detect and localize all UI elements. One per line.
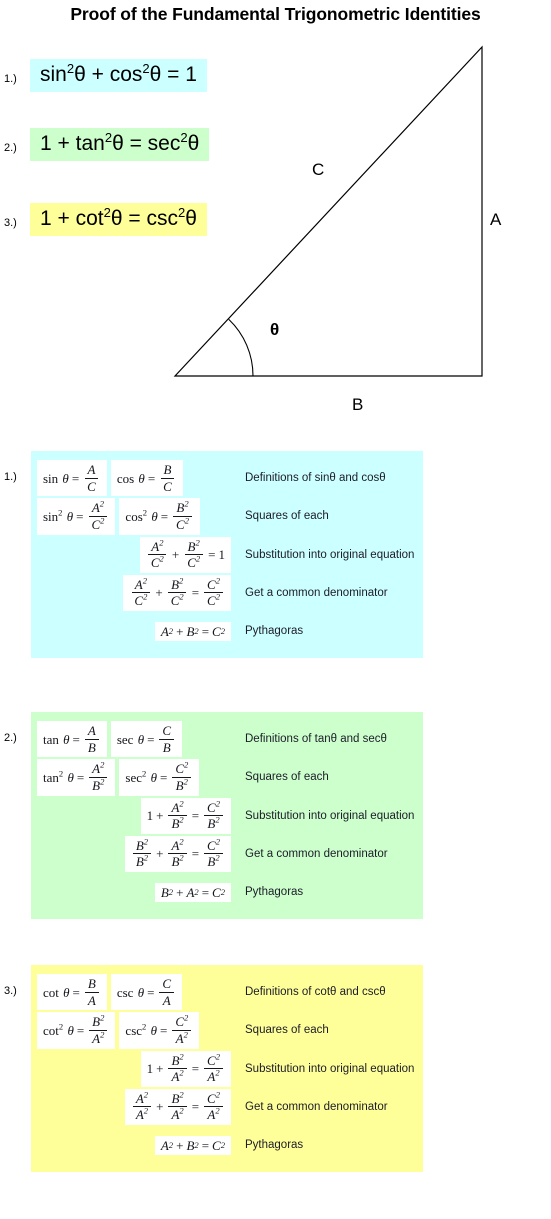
equation: csc θ = C A bbox=[110, 974, 183, 1011]
triangle-label-angle: θ bbox=[270, 320, 280, 339]
proof-row: cot2 θ = B2 A2 csc2 θ = C2 A2 Squares of each bbox=[31, 1011, 423, 1049]
triangle-svg bbox=[173, 45, 483, 377]
angle-arc bbox=[228, 319, 254, 377]
triangle-label-hypotenuse: C bbox=[312, 160, 325, 179]
equation: B 2 + A 2 = C 2 bbox=[154, 882, 231, 902]
equation-zone: B2 B2 + A2 B2 = C2 B2 bbox=[31, 835, 237, 873]
equation: A2 A2 + B2 A2 = C2 A2 bbox=[124, 1088, 231, 1126]
proof-row: B 2 + A 2 = C 2 Pythagoras bbox=[31, 873, 423, 911]
triangle-label-horizontal: B bbox=[352, 395, 364, 414]
equation-zone: sin2 θ = A2 C2 cos2 θ = B2 C2 bbox=[31, 498, 237, 535]
page-title: Proof of the Fundamental Trigonometric I… bbox=[70, 4, 481, 24]
equation: tan2 θ = A2 B2 bbox=[37, 759, 116, 796]
proof-row: A2 C2 + B2 C2 = C2 C2 Get a common denominator bbox=[31, 574, 423, 612]
equation: sin θ = A C bbox=[37, 460, 107, 497]
equation: A 2 + B 2 = C 2 bbox=[154, 1135, 231, 1155]
equation: cos θ = B C bbox=[110, 460, 183, 497]
identity-number-1: 1.) bbox=[4, 73, 17, 85]
proof-step-description: Definitions of sinθ and cosθ bbox=[245, 472, 386, 485]
proof-row: sin2 θ = A2 C2 cos2 θ = B2 C2 Squares of each bbox=[31, 497, 423, 535]
equation: A2 C2 + B2 C2 = 1 bbox=[139, 536, 231, 573]
proof-step-description: Squares of each bbox=[245, 1024, 329, 1037]
equation: cos2 θ = B2 C2 bbox=[119, 498, 201, 535]
proof-step-description: Get a common denominator bbox=[245, 1100, 388, 1113]
proof-step-description: Pythagoras bbox=[245, 1139, 304, 1152]
proof-step-description: Substitution into original equation bbox=[245, 548, 415, 561]
equation-zone: B 2 + A 2 = C 2 bbox=[31, 882, 237, 902]
proof-row: tan2 θ = A2 B2 sec2 θ = C2 B2 Squares of each bbox=[31, 758, 423, 796]
equation-zone: sin θ = A Ccos θ = B C bbox=[31, 460, 237, 497]
proof-row: 1 + B2 A2 = C2 A2 Substitution into original eq… bbox=[31, 1050, 423, 1088]
proof-step-description: Substitution into original equation bbox=[245, 809, 415, 822]
proof-row: A 2 + B 2 = C 2 Pythagoras bbox=[31, 612, 423, 650]
identity-number-2: 2.) bbox=[4, 142, 17, 154]
equation-zone: A2 A2 + B2 A2 = C2 A2 bbox=[31, 1088, 237, 1126]
proof-row: B2 B2 + A2 B2 = C2 B2 Get a common denominator bbox=[31, 835, 423, 873]
proof-number-3: 3.) bbox=[4, 985, 17, 997]
equation-zone: tan2 θ = A2 B2 sec2 θ = C2 B2 bbox=[31, 759, 237, 796]
equation-zone: A2 C2 + B2 C2 = 1 bbox=[31, 536, 237, 573]
equation-zone: cot θ = B Acsc θ = C A bbox=[31, 974, 237, 1011]
proof-step-description: Definitions of tanθ and secθ bbox=[245, 733, 387, 746]
proof-step-description: Definitions of cotθ and cscθ bbox=[245, 986, 386, 999]
proof-row: tan θ = A Bsec θ = C B Definitions of tanθ and … bbox=[31, 720, 423, 758]
equation: sin2 θ = A2 C2 bbox=[37, 498, 116, 535]
equation: csc2 θ = C2 A2 bbox=[119, 1012, 200, 1049]
equation-zone: A 2 + B 2 = C 2 bbox=[31, 621, 237, 641]
equation: cot θ = B A bbox=[37, 974, 107, 1011]
identity-number-3: 3.) bbox=[4, 217, 17, 229]
proof-row: A2 C2 + B2 C2 = 1 Substitution into original eq… bbox=[31, 536, 423, 574]
equation-zone: A 2 + B 2 = C 2 bbox=[31, 1135, 237, 1155]
proof-number-2: 2.) bbox=[4, 732, 17, 744]
proof-row: cot θ = B Acsc θ = C A Definitions of cotθ and … bbox=[31, 973, 423, 1011]
proof-block-2: 2.) tan θ = A Bsec θ = C B Definitions of tanθ a… bbox=[4, 712, 423, 920]
triangle-outline bbox=[173, 45, 483, 377]
equation: cot2 θ = B2 A2 bbox=[37, 1012, 116, 1049]
proof-step-description: Get a common denominator bbox=[245, 586, 388, 599]
proof-row: sin θ = A Ccos θ = B C Definitions of sinθ and … bbox=[31, 459, 423, 497]
equation-zone: cot2 θ = B2 A2 csc2 θ = C2 A2 bbox=[31, 1012, 237, 1049]
equation: sec2 θ = C2 B2 bbox=[119, 759, 200, 796]
equation: A2 C2 + B2 C2 = C2 C2 bbox=[123, 574, 231, 612]
proof-row: 1 + A2 B2 = C2 B2 Substitution into original eq… bbox=[31, 797, 423, 835]
equation-zone: 1 + A2 B2 = C2 B2 bbox=[31, 797, 237, 834]
equation: tan θ = A B bbox=[37, 721, 107, 758]
proof-step-description: Get a common denominator bbox=[245, 847, 388, 860]
equation: 1 + B2 A2 = C2 A2 bbox=[140, 1050, 231, 1087]
triangle-label-vertical: A bbox=[490, 210, 502, 229]
equation: A 2 + B 2 = C 2 bbox=[154, 621, 231, 641]
proof-number-1: 1.) bbox=[4, 471, 17, 483]
proof-block-1: 1.) sin θ = A Ccos θ = B C Definitions of sinθ a… bbox=[4, 451, 423, 659]
equation-zone: A2 C2 + B2 C2 = C2 C2 bbox=[31, 574, 237, 612]
proof-step-description: Squares of each bbox=[245, 771, 329, 784]
proof-step-description: Substitution into original equation bbox=[245, 1062, 415, 1075]
equation-zone: tan θ = A Bsec θ = C B bbox=[31, 721, 237, 758]
proof-step-description: Pythagoras bbox=[245, 886, 304, 899]
equation-zone: 1 + B2 A2 = C2 A2 bbox=[31, 1050, 237, 1087]
equation: sec θ = C B bbox=[110, 721, 183, 758]
right-triangle-diagram: C A B θ bbox=[150, 30, 551, 430]
equation: 1 + A2 B2 = C2 B2 bbox=[140, 797, 231, 834]
proof-row: A 2 + B 2 = C 2 Pythagoras bbox=[31, 1126, 423, 1164]
equation: B2 B2 + A2 B2 = C2 B2 bbox=[124, 835, 231, 873]
proof-step-description: Pythagoras bbox=[245, 625, 304, 638]
proof-step-description: Squares of each bbox=[245, 510, 329, 523]
proof-block-3: 3.) cot θ = B Acsc θ = C A Definitions of cotθ a… bbox=[4, 965, 423, 1173]
proof-row: A2 A2 + B2 A2 = C2 A2 Get a common denominator bbox=[31, 1088, 423, 1126]
